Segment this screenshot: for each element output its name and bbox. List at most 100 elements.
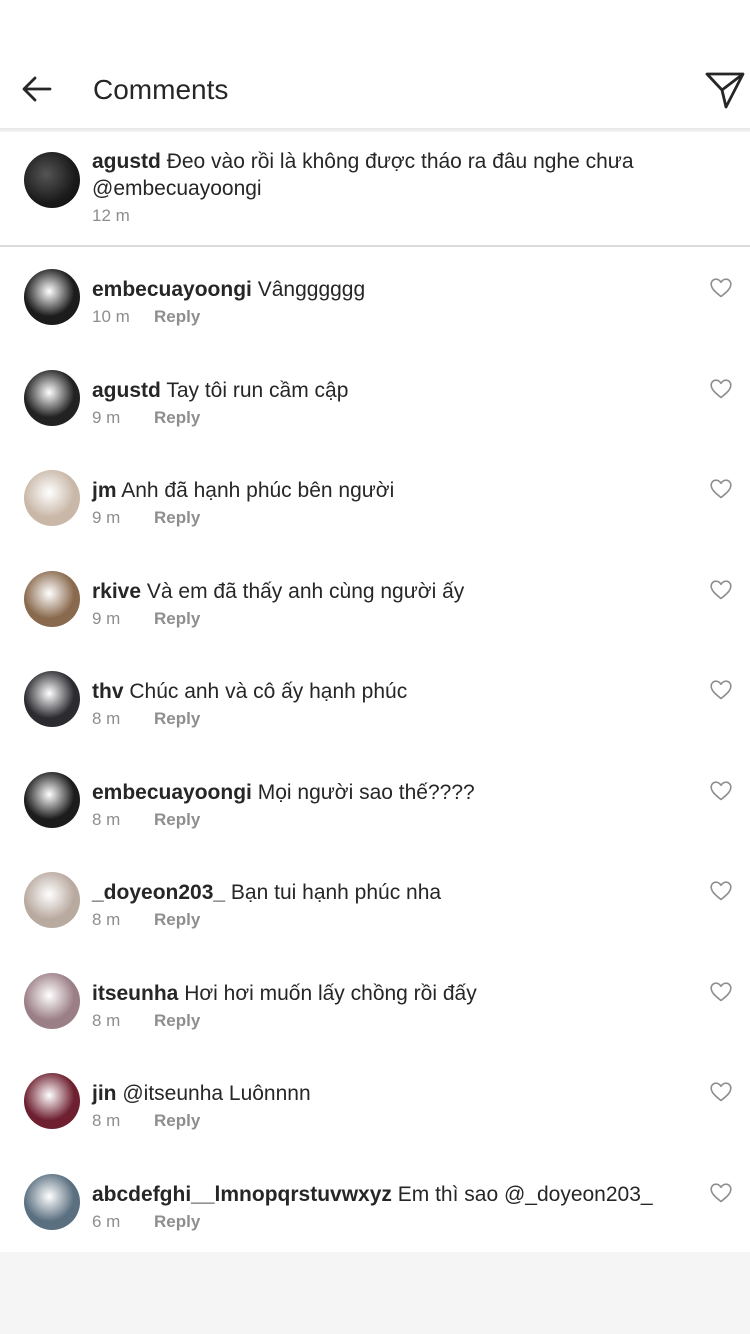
heart-icon (710, 579, 732, 599)
comment-body: Bạn tui hạnh phúc nha (230, 881, 442, 904)
like-button[interactable] (710, 881, 732, 901)
avatar[interactable] (24, 369, 80, 426)
avatar[interactable] (24, 1173, 80, 1230)
comment-item: jin @itseunha Luônnnn 8 m Reply (0, 1051, 750, 1152)
heart-icon (710, 780, 732, 800)
avatar[interactable] (24, 570, 80, 627)
reply-button[interactable]: Reply (154, 1011, 200, 1030)
comment-item: agustd Tay tôi run cầm cập 9 m Reply (0, 348, 750, 449)
comment-meta: 8 m Reply (92, 1011, 200, 1031)
comment-timestamp: 8 m (92, 910, 121, 929)
header: Comments (0, 50, 750, 130)
comment-text: embecuayoongi Mọi người sao thế???? (92, 780, 692, 806)
comment-text: abcdefghi__lmnopqrstuvwxyz Em thì sao @_… (92, 1182, 692, 1208)
comment-timestamp: 9 m (92, 508, 121, 527)
comment-item: embecuayoongi Mọi người sao thế???? 8 m R… (0, 750, 750, 851)
comment-meta: 8 m Reply (92, 810, 200, 830)
comment-body: Chúc anh và cô ấy hạnh phúc (129, 680, 408, 703)
heart-icon (710, 881, 732, 901)
comment-meta: 9 m Reply (92, 508, 200, 528)
comment-text: jin @itseunha Luônnnn (92, 1081, 692, 1107)
comment-meta: 9 m Reply (92, 408, 200, 428)
comment-username[interactable]: itseunha (92, 982, 178, 1005)
like-button[interactable] (710, 1182, 732, 1203)
comment-text: itseunha Hơi hơi muốn lấy chồng rồi đấy (92, 981, 692, 1007)
comment-username[interactable]: jin (92, 1082, 117, 1105)
comment-item: _doyeon203_ Bạn tui hạnh phúc nha 8 m Rep… (0, 850, 750, 951)
reply-button[interactable]: Reply (154, 1212, 200, 1231)
comment-meta: 6 m Reply (92, 1212, 200, 1232)
heart-icon (710, 1082, 732, 1102)
heart-icon (710, 680, 732, 700)
comment-username[interactable]: _doyeon203_ (92, 881, 225, 904)
comment-username[interactable]: embecuayoongi (92, 278, 252, 301)
comment-timestamp: 10 m (92, 307, 130, 326)
comment-username[interactable]: embecuayoongi (92, 781, 252, 804)
comment-meta: 8 m Reply (92, 910, 200, 930)
avatar[interactable] (24, 1073, 80, 1129)
comment-item: jm Anh đã hạnh phúc bên người 9 m Reply (0, 448, 750, 549)
like-button[interactable] (710, 1082, 732, 1102)
comment-text: jm Anh đã hạnh phúc bên người (92, 478, 692, 504)
reply-button[interactable]: Reply (154, 810, 200, 829)
like-button[interactable] (710, 378, 732, 399)
arrow-left-icon (22, 76, 52, 102)
reply-button[interactable]: Reply (154, 1111, 200, 1130)
comment-username[interactable]: rkive (92, 580, 141, 603)
reply-button[interactable]: Reply (154, 910, 200, 929)
comment-timestamp: 9 m (92, 407, 121, 427)
comment-timestamp: 8 m (92, 709, 121, 728)
post-caption: agustd Đeo vào rồi là không được tháo ra… (0, 140, 750, 246)
comment-timestamp: 9 m (92, 608, 121, 628)
avatar[interactable] (24, 470, 80, 526)
comment-meta: 8 m Reply (92, 709, 200, 729)
comment-body: Và em đã thấy anh cùng người ấy (146, 579, 465, 603)
avatar[interactable] (24, 972, 80, 1029)
like-button[interactable] (710, 981, 732, 1002)
comment-meta: 10 m Reply (92, 307, 200, 327)
heart-icon (710, 981, 732, 1001)
heart-icon (710, 378, 732, 398)
back-button[interactable] (20, 72, 54, 106)
comment-username[interactable]: jm (92, 479, 117, 502)
comment-body: Tay tôi run cầm cập (166, 378, 349, 402)
comment-timestamp: 8 m (92, 809, 121, 829)
like-button[interactable] (710, 680, 732, 700)
avatar[interactable] (24, 269, 80, 325)
like-button[interactable] (710, 579, 732, 600)
caption-username[interactable]: agustd (92, 150, 161, 173)
avatar[interactable] (24, 152, 80, 208)
heart-icon (710, 1182, 732, 1202)
comment-body: Hơi hơi muốn lấy chồng rồi đấy (184, 981, 477, 1005)
bottom-area (0, 1252, 750, 1334)
comment-text: embecuayoongi Vângggggg (92, 277, 692, 303)
reply-button[interactable]: Reply (154, 609, 200, 628)
comment-body: Anh đã hạnh phúc bên người (121, 479, 395, 502)
heart-icon (710, 278, 732, 298)
comment-timestamp: 6 m (92, 1211, 121, 1231)
like-button[interactable] (710, 479, 732, 499)
caption-timestamp: 12 m (92, 206, 130, 225)
comment-item: thv Chúc anh và cô ấy hạnh phúc 8 m Reply (0, 649, 750, 750)
avatar[interactable] (24, 771, 80, 828)
avatar[interactable] (24, 671, 80, 727)
comment-username[interactable]: abcdefghi__lmnopqrstuvwxyz (92, 1183, 392, 1206)
comment-list: embecuayoongi Vângggggg 10 m Reply agustd… (0, 247, 750, 1252)
reply-button[interactable]: Reply (154, 408, 200, 427)
comment-body: Em thì sao @_doyeon203_ (397, 1182, 653, 1206)
reply-button[interactable]: Reply (154, 307, 200, 326)
like-button[interactable] (710, 278, 732, 298)
comment-body: Vângggggg (257, 278, 366, 301)
reply-button[interactable]: Reply (154, 709, 200, 728)
share-button[interactable] (704, 70, 746, 110)
heart-icon (710, 479, 732, 499)
header-divider (0, 128, 750, 132)
comment-timestamp: 8 m (92, 1111, 121, 1130)
avatar[interactable] (24, 872, 80, 928)
comment-body: Mọi người sao thế???? (257, 780, 475, 804)
reply-button[interactable]: Reply (154, 508, 200, 527)
comment-username[interactable]: thv (92, 680, 124, 703)
like-button[interactable] (710, 780, 732, 801)
comment-body: @itseunha Luônnnn (122, 1082, 311, 1105)
comment-username[interactable]: agustd (92, 379, 161, 402)
